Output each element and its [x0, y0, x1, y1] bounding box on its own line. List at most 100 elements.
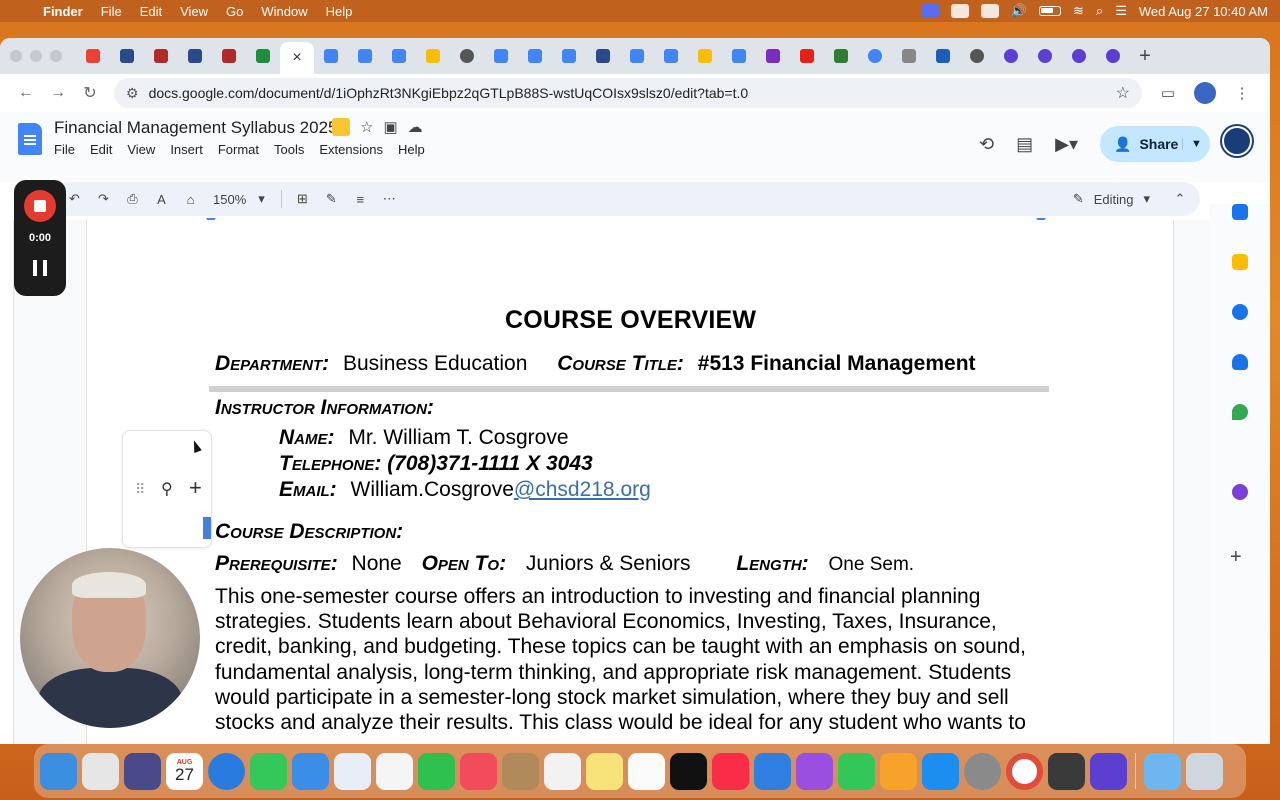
drive-status-icon[interactable] [980, 4, 999, 18]
tab-drive-2[interactable] [688, 42, 722, 70]
reload-button[interactable]: ↻ [74, 83, 106, 103]
extension-status-icon[interactable] [950, 4, 969, 18]
docs-menu-tools[interactable]: Tools [274, 142, 311, 157]
paint-format-icon[interactable]: ⌂ [176, 192, 205, 207]
system-settings-icon[interactable] [964, 752, 1001, 790]
tab-gmail[interactable] [76, 42, 110, 70]
menubar-app-name[interactable]: Finder [34, 4, 92, 19]
share-button[interactable]: 👤 Share ▼ [1100, 126, 1210, 162]
extension-badge-icon[interactable] [332, 118, 350, 136]
calendar-app-icon[interactable]: AUG 27 [166, 752, 203, 790]
music-icon[interactable] [712, 752, 749, 790]
tab-app[interactable] [926, 42, 960, 70]
keynote-icon[interactable] [754, 752, 791, 790]
tab-youtube[interactable] [790, 42, 824, 70]
instructor-heading-line[interactable]: Instructor Information: [215, 396, 434, 420]
chrome-icon[interactable] [1006, 752, 1043, 790]
account-avatar[interactable] [1222, 126, 1252, 156]
pages-icon[interactable] [880, 752, 917, 790]
tab-district-1[interactable] [110, 42, 144, 70]
calculator-icon[interactable] [1048, 752, 1085, 790]
docs-menu-extensions[interactable]: Extensions [319, 142, 390, 157]
close-window-button[interactable] [10, 50, 22, 62]
align-icon[interactable]: ≡ [346, 192, 375, 207]
collapse-menus-icon[interactable]: ⌃ [1170, 191, 1190, 207]
new-tab-button[interactable]: + [1130, 45, 1160, 68]
apps-grid-icon[interactable] [124, 752, 161, 790]
stop-recording-button[interactable] [24, 190, 56, 222]
insert-comment-icon[interactable]: ⊞ [288, 191, 317, 207]
news-icon[interactable] [460, 752, 497, 790]
spotlight-search-icon[interactable]: ⌕ [1096, 3, 1103, 19]
docs-menu-insert[interactable]: Insert [170, 142, 210, 157]
add-block-icon[interactable]: + [189, 475, 202, 501]
app-store-icon[interactable] [922, 752, 959, 790]
apple-tv-icon[interactable] [670, 752, 707, 790]
pin-icon[interactable]: ⚲ [161, 479, 173, 499]
tab-docs-2[interactable] [348, 42, 382, 70]
editing-mode-select[interactable]: ✎ Editing ▾ [1073, 191, 1170, 207]
tab-edit-tool[interactable] [824, 42, 858, 70]
trash-icon[interactable] [1186, 752, 1223, 790]
tab-web-2[interactable] [960, 42, 994, 70]
more-options-icon[interactable]: ⋯ [375, 191, 404, 207]
prerequisite-line[interactable]: Prerequisite: None Open To: Juniors & Se… [215, 552, 914, 576]
tab-ext-1[interactable] [994, 42, 1028, 70]
tab-active-docs[interactable]: × [280, 42, 314, 74]
description-heading-line[interactable]: Course Description: [215, 520, 403, 544]
docs-menu-format[interactable]: Format [218, 142, 266, 157]
webcam-bubble[interactable] [20, 548, 200, 728]
tab-ext-4[interactable] [1096, 42, 1130, 70]
menubar-item-edit[interactable]: Edit [131, 4, 171, 19]
podcasts-icon[interactable] [796, 752, 833, 790]
freeform-icon[interactable] [628, 752, 665, 790]
tab-reader[interactable] [892, 42, 926, 70]
close-tab-icon[interactable]: × [292, 49, 301, 67]
course-description-paragraph[interactable]: This one-semester course offers an intro… [215, 584, 1055, 735]
telephone-line[interactable]: Telephone: (708)371-1111 X 3043 [279, 452, 593, 476]
tab-district-5[interactable] [586, 42, 620, 70]
redo-icon[interactable]: ↷ [89, 191, 118, 207]
downloads-folder-icon[interactable] [1144, 752, 1181, 790]
tab-docs-6[interactable] [552, 42, 586, 70]
tab-ext-3[interactable] [1062, 42, 1096, 70]
forward-button[interactable]: → [42, 84, 74, 102]
numbers-icon[interactable] [838, 752, 875, 790]
back-button[interactable]: ← [10, 84, 42, 102]
site-settings-icon[interactable]: ⚙ [126, 85, 139, 102]
tab-docs-7[interactable] [620, 42, 654, 70]
comments-icon[interactable]: ▤ [1016, 134, 1033, 155]
reminders-icon[interactable] [544, 752, 581, 790]
print-icon[interactable]: ⎙ [118, 191, 147, 207]
launchpad-icon[interactable] [82, 752, 119, 790]
docs-logo-icon[interactable] [18, 123, 42, 155]
zoom-window-button[interactable] [50, 50, 62, 62]
tasks-icon[interactable] [1232, 304, 1248, 320]
pause-recording-button[interactable] [33, 260, 47, 276]
tab-google[interactable] [858, 42, 892, 70]
share-dropdown-icon[interactable]: ▼ [1182, 138, 1210, 150]
addon-icon[interactable] [1232, 484, 1248, 500]
document-title[interactable]: Financial Management Syllabus 2025 [54, 118, 338, 138]
contacts-icon[interactable] [1232, 354, 1248, 370]
star-icon[interactable]: ☆ [360, 118, 373, 136]
control-center-icon[interactable]: ☰ [1115, 3, 1127, 19]
photos-icon[interactable] [376, 752, 413, 790]
url-text[interactable]: docs.google.com/document/d/1iOphzRt3NKgi… [149, 85, 749, 101]
docs-menu-help[interactable]: Help [398, 142, 432, 157]
battery-icon[interactable] [1039, 6, 1062, 16]
tab-forms[interactable] [756, 42, 790, 70]
zoom-select[interactable]: 150% ▾ [213, 191, 265, 207]
maps-icon[interactable] [1232, 404, 1248, 420]
notes-icon[interactable] [586, 752, 623, 790]
highlight-color-icon[interactable]: ✎ [317, 191, 346, 207]
tab-district-3[interactable] [178, 42, 212, 70]
vertical-ruler[interactable] [0, 220, 14, 744]
get-addons-icon[interactable]: + [1230, 546, 1242, 569]
chrome-profile-avatar[interactable] [1194, 82, 1216, 104]
tab-docs-9[interactable] [722, 42, 756, 70]
tab-docs-5[interactable] [518, 42, 552, 70]
keep-icon[interactable] [1232, 254, 1248, 270]
mail-icon[interactable] [292, 752, 329, 790]
tab-classroom[interactable] [246, 42, 280, 70]
